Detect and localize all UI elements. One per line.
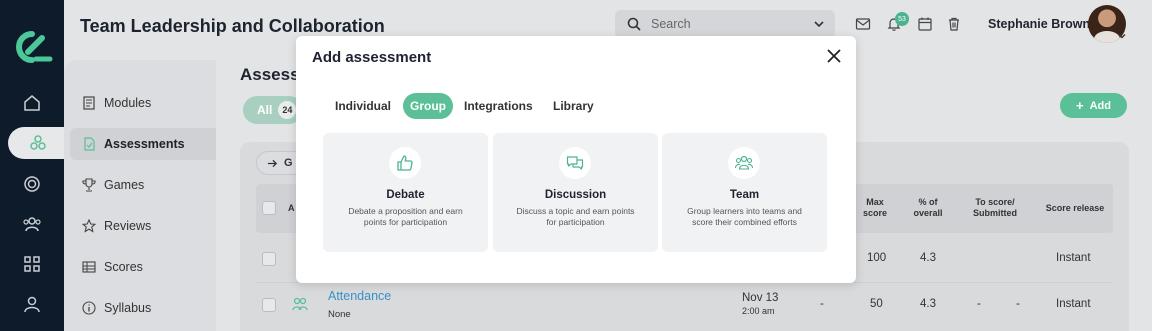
home-icon[interactable] xyxy=(0,88,64,118)
cell-max-score: 100 xyxy=(867,252,887,264)
tab-group[interactable]: Group xyxy=(403,93,453,119)
sidebar-item-label: Modules xyxy=(104,96,152,110)
section-heading: Assess xyxy=(240,65,300,84)
column-header-max-score: Max score xyxy=(862,197,888,218)
tab-integrations[interactable]: Integrations xyxy=(457,93,540,119)
cell-score-release: Instant xyxy=(1056,298,1091,310)
add-assessment-modal: Add assessment Individual Group Integrat… xyxy=(296,36,856,283)
sidebar-item-assessments[interactable]: Assessments xyxy=(70,128,216,160)
option-description: Group learners into teams and score thei… xyxy=(687,206,802,227)
chat-bubbles-icon xyxy=(559,147,591,179)
cell-time: 2:00 am xyxy=(742,306,775,316)
plus-icon: + xyxy=(1076,98,1084,113)
course-sidebar: Modules Assessments Games Reviews Scores… xyxy=(64,0,216,331)
cell-pct-overall: 4.3 xyxy=(920,252,936,264)
cell-pct-overall: 4.3 xyxy=(920,298,936,310)
group-icon xyxy=(292,297,308,311)
search-icon xyxy=(627,17,641,31)
trash-icon[interactable] xyxy=(946,16,962,32)
option-description: Debate a proposition and earn points for… xyxy=(348,206,463,227)
star-icon xyxy=(82,219,96,233)
option-team[interactable]: Team Group learners into teams and score… xyxy=(662,133,827,252)
sidebar-item-syllabus[interactable]: Syllabus xyxy=(70,292,216,324)
user-name[interactable]: Stephanie Brown xyxy=(988,17,1090,31)
assessment-link[interactable]: Attendance xyxy=(328,289,391,303)
cell-to-score: - xyxy=(977,298,981,310)
chevron-down-icon[interactable] xyxy=(813,18,825,30)
search-placeholder: Search xyxy=(651,17,691,31)
go-label: G xyxy=(284,157,293,169)
sidebar-item-modules[interactable]: Modules xyxy=(70,87,216,119)
assessments-icon xyxy=(84,137,95,151)
cell-sub: None xyxy=(328,309,351,320)
select-all-checkbox[interactable] xyxy=(262,201,276,215)
option-title: Debate xyxy=(386,189,425,201)
column-header-a: A xyxy=(288,203,295,213)
cell-max-score: 50 xyxy=(870,298,883,310)
notification-badge: 53 xyxy=(895,12,909,26)
info-icon xyxy=(82,301,96,315)
tab-all[interactable]: All 24 xyxy=(243,96,303,124)
tab-individual[interactable]: Individual xyxy=(328,93,398,119)
row-checkbox[interactable] xyxy=(262,252,276,266)
add-label: Add xyxy=(1089,99,1111,112)
option-description: Discuss a topic and earn points for part… xyxy=(516,206,635,227)
modal-title: Add assessment xyxy=(312,49,432,66)
team-icon xyxy=(728,147,760,179)
sidebar-item-label: Assessments xyxy=(104,137,185,151)
column-header-to-score: To score/ Submitted xyxy=(973,197,1017,218)
trophy-icon xyxy=(82,178,96,192)
tab-library[interactable]: Library xyxy=(546,93,601,119)
sidebar-item-label: Games xyxy=(104,178,145,192)
calendar-icon[interactable] xyxy=(917,16,933,32)
sidebar-item-label: Reviews xyxy=(104,219,152,233)
sidebar-item-scores[interactable]: Scores xyxy=(70,251,216,283)
logo-icon[interactable] xyxy=(12,30,54,64)
arrow-right-icon xyxy=(267,159,278,167)
cell-dash: - xyxy=(820,298,824,310)
modules-icon xyxy=(83,96,95,110)
search-input[interactable]: Search xyxy=(615,10,835,38)
target-icon[interactable] xyxy=(0,169,64,199)
row-checkbox[interactable] xyxy=(262,298,276,312)
tab-all-label: All xyxy=(257,103,273,117)
app-rail xyxy=(0,0,68,331)
option-title: Team xyxy=(729,189,760,201)
close-icon[interactable] xyxy=(826,48,842,64)
grid-icon[interactable] xyxy=(0,249,64,279)
sidebar-item-label: Syllabus xyxy=(104,301,152,315)
option-discussion[interactable]: Discussion Discuss a topic and earn poin… xyxy=(493,133,658,252)
courses-icon[interactable] xyxy=(8,127,68,159)
option-debate[interactable]: Debate Debate a proposition and earn poi… xyxy=(323,133,488,252)
sidebar-item-reviews[interactable]: Reviews xyxy=(70,210,216,242)
tab-all-count: 24 xyxy=(278,101,297,119)
option-title: Discussion xyxy=(544,189,607,201)
column-header-pct-overall: % of overall xyxy=(913,197,943,218)
column-header-score-release: Score release xyxy=(1045,203,1105,213)
chevron-down-icon[interactable] xyxy=(1117,31,1127,41)
mail-icon[interactable] xyxy=(855,16,871,32)
sidebar-item-games[interactable]: Games xyxy=(70,169,216,201)
table-icon xyxy=(82,261,96,273)
sidebar-item-label: Scores xyxy=(104,260,143,274)
user-icon[interactable] xyxy=(0,289,64,319)
cell-score-release: Instant xyxy=(1056,252,1091,264)
thumbs-up-icon xyxy=(389,147,421,179)
add-button[interactable]: + Add xyxy=(1060,93,1127,118)
page-title: Team Leadership and Collaboration xyxy=(80,16,385,36)
cell-date: Nov 13 xyxy=(742,292,779,304)
people-icon[interactable] xyxy=(0,209,64,239)
cell-submitted: - xyxy=(1016,298,1020,310)
